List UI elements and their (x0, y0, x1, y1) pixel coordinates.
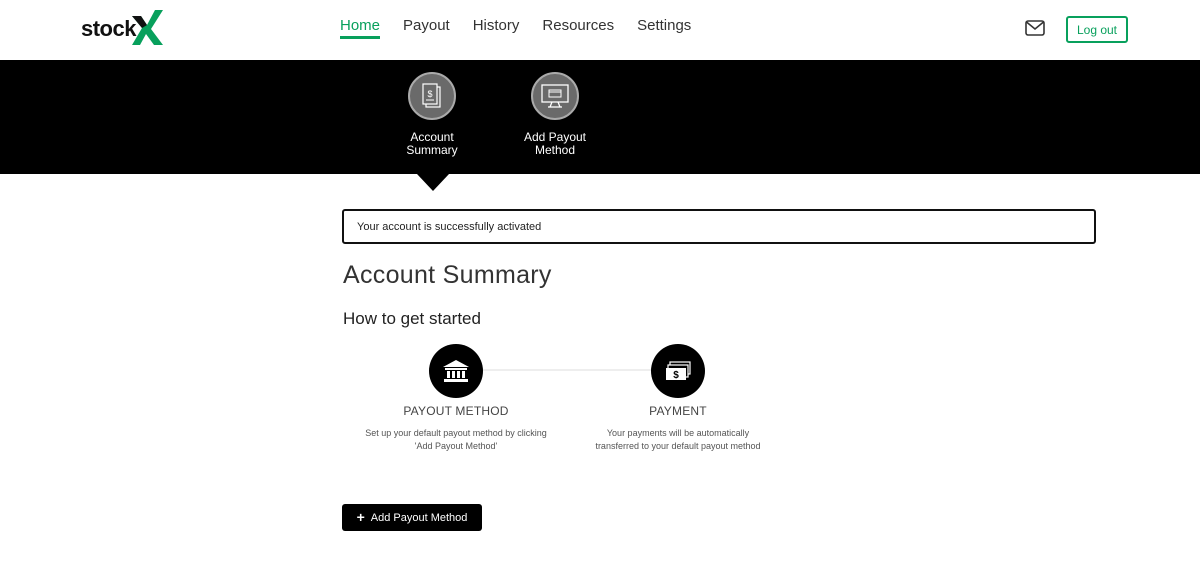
add-payout-method-label: Add Payout Method (370, 511, 468, 524)
nav-settings[interactable]: Settings (637, 0, 691, 60)
feature-title: PAYOUT METHOD (403, 404, 509, 418)
add-payout-method-button[interactable]: + Add Payout Method (342, 504, 482, 531)
activation-alert: Your account is successfully activated (342, 209, 1096, 244)
monitor-card-icon (531, 72, 579, 120)
main-nav: Home Payout History Resources Settings (340, 0, 714, 60)
logout-button[interactable]: Log out (1066, 16, 1128, 43)
svg-text:$: $ (673, 370, 679, 381)
feature-description-line: Your payments will be automatically (606, 428, 750, 438)
nav-home[interactable]: Home (340, 0, 381, 60)
step-label: Add Payout Method (505, 131, 605, 157)
active-step-pointer (417, 174, 449, 191)
plus-icon: + (356, 509, 365, 525)
step-label: Account Summary (382, 131, 482, 157)
feature-description-line: 'Add Payout Method' (414, 441, 498, 451)
bank-icon (429, 344, 483, 398)
logo-x-mark (132, 10, 163, 45)
nav-resources[interactable]: Resources (542, 0, 614, 60)
nav-payout[interactable]: Payout (403, 0, 450, 60)
step-add-payout-method[interactable]: Add Payout Method (505, 72, 605, 157)
feature-description: Set up your default payout method by cli… (346, 427, 566, 453)
step-band: $ Account Summary Add Payout Method (0, 60, 1200, 174)
money-icon: $ (651, 344, 705, 398)
svg-text:$: $ (427, 89, 432, 99)
logo-text: stock (81, 16, 136, 41)
page-title: Account Summary (343, 261, 552, 289)
feature-title: PAYMENT (649, 404, 707, 418)
header: stock Home Payout History Resources Sett… (0, 0, 1200, 60)
stockx-logo[interactable]: stock (81, 8, 166, 48)
document-dollar-icon: $ (408, 72, 456, 120)
feature-payment: $ PAYMENT Your payments will be automati… (568, 344, 788, 453)
nav-history[interactable]: History (473, 0, 520, 60)
step-label-line: Summary (406, 143, 458, 157)
feature-description: Your payments will be automatically tran… (568, 427, 788, 453)
feature-description-line: Set up your default payout method by cli… (365, 428, 547, 438)
step-label-line: Method (534, 143, 576, 157)
step-account-summary[interactable]: $ Account Summary (382, 72, 482, 157)
feature-description-line: transferred to your default payout metho… (595, 441, 761, 451)
feature-payout-method: PAYOUT METHOD Set up your default payout… (346, 344, 566, 453)
section-subtitle: How to get started (343, 309, 481, 328)
mail-icon[interactable] (1025, 20, 1045, 36)
